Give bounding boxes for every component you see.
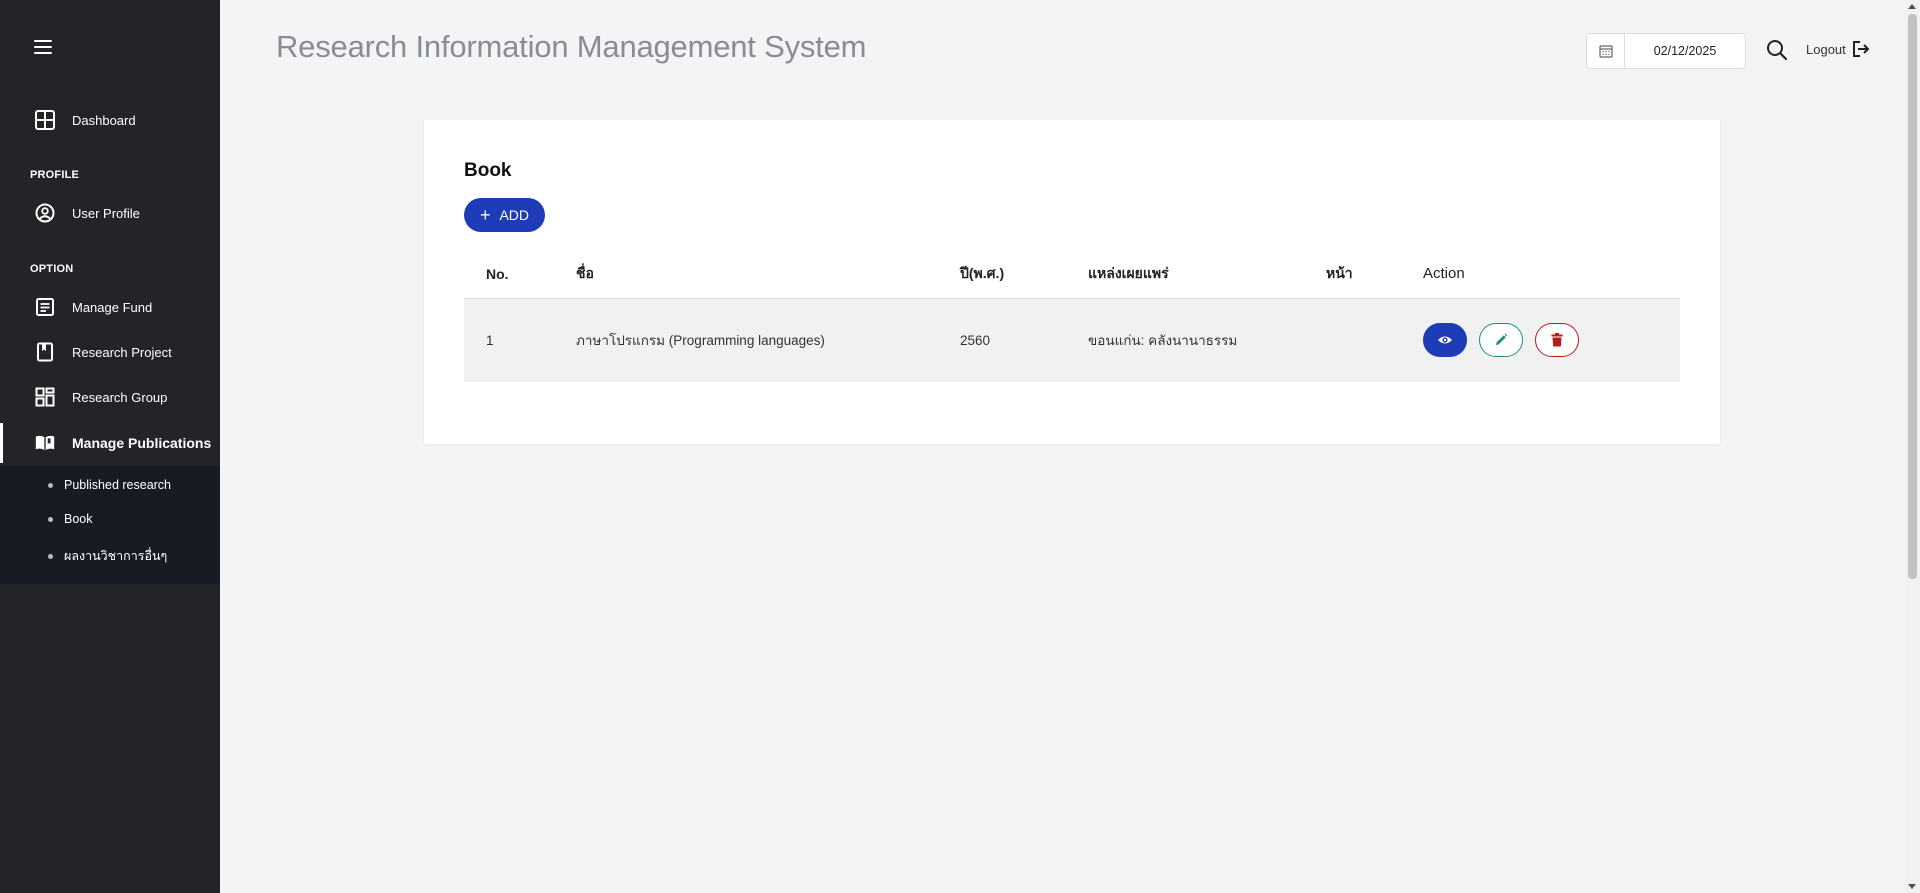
cell-year: 2560: [960, 298, 1088, 382]
sidebar: Dashboard PROFILE User Profile OPTION Ma…: [0, 0, 220, 893]
scroll-up-icon[interactable]: [1908, 4, 1916, 9]
date-picker[interactable]: 02/12/2025: [1586, 33, 1746, 69]
sidebar-item-label: Research Project: [72, 344, 172, 360]
column-header-source: แหล่งเผยแพร่: [1088, 250, 1326, 299]
sidebar-item-label: Research Group: [72, 389, 168, 405]
plus-icon: +: [479, 205, 491, 225]
bullet-icon: [48, 516, 53, 522]
bookmark-book-icon: [34, 341, 56, 363]
add-button-label: ADD: [499, 207, 530, 223]
logout-label: Logout: [1806, 41, 1846, 57]
delete-button[interactable]: [1535, 323, 1579, 358]
submenu-item-published-research[interactable]: Published research: [48, 478, 171, 492]
grid-icon: [34, 386, 56, 408]
column-header-name: ชื่อ: [576, 250, 960, 299]
submenu-item-book[interactable]: Book: [48, 512, 93, 526]
column-header-action: Action: [1423, 250, 1680, 299]
cell-no: 1: [464, 298, 576, 382]
logout-icon: [1852, 41, 1870, 57]
column-header-year: ปี(พ.ศ.): [960, 250, 1088, 299]
table-row: 1 ภาษาโปรแกรม (Programming languages) 25…: [464, 298, 1680, 382]
section-title-profile: PROFILE: [30, 169, 80, 181]
calendar-icon[interactable]: [1587, 34, 1625, 68]
submenu-label: Published research: [64, 478, 172, 492]
submenu-item-other-works[interactable]: ผลงานวิชาการอื่นๆ: [48, 546, 167, 566]
column-header-no: No.: [464, 250, 576, 299]
sidebar-item-label: Manage Fund: [72, 299, 153, 315]
sidebar-item-user-profile[interactable]: User Profile: [0, 193, 220, 233]
logout-button[interactable]: Logout: [1806, 40, 1870, 58]
sidebar-item-manage-publications[interactable]: Manage Publications: [0, 423, 220, 463]
sidebar-item-label: Manage Publications: [72, 435, 212, 451]
view-button[interactable]: [1423, 323, 1467, 358]
book-card: Book + ADD No. ชื่อ ปี(พ.ศ.) แหล่งเผยแพร…: [424, 120, 1720, 444]
sidebar-item-manage-fund[interactable]: Manage Fund: [0, 287, 220, 327]
book-table: No. ชื่อ ปี(พ.ศ.) แหล่งเผยแพร่ หน้า Acti…: [464, 250, 1680, 382]
eye-icon: [1438, 336, 1452, 344]
publications-submenu: Published research Book ผลงานวิชาการอื่น…: [0, 466, 220, 584]
menu-toggle-icon[interactable]: [34, 40, 52, 54]
search-icon[interactable]: [1765, 38, 1789, 62]
bullet-icon: [48, 553, 53, 559]
sidebar-item-research-project[interactable]: Research Project: [0, 332, 220, 372]
scroll-down-icon[interactable]: [1908, 884, 1916, 889]
sidebar-item-dashboard[interactable]: Dashboard: [0, 100, 220, 140]
add-button[interactable]: + ADD: [464, 198, 545, 232]
sidebar-item-label: Dashboard: [72, 112, 136, 128]
cell-pages: [1326, 298, 1423, 382]
table-header-row: No. ชื่อ ปี(พ.ศ.) แหล่งเผยแพร่ หน้า Acti…: [464, 250, 1680, 299]
bullet-icon: [48, 482, 53, 488]
dashboard-icon: [34, 109, 56, 131]
scrollbar-thumb[interactable]: [1908, 14, 1917, 579]
section-title-option: OPTION: [30, 263, 74, 275]
cell-source: ขอนแก่น: คลังนานาธรรม: [1088, 298, 1326, 382]
user-circle-icon: [34, 202, 56, 224]
submenu-label: Book: [64, 512, 93, 526]
cell-actions: [1423, 298, 1680, 382]
submenu-label: ผลงานวิชาการอื่นๆ: [64, 549, 168, 563]
trash-icon: [1551, 333, 1563, 347]
document-icon: [34, 296, 56, 318]
date-value[interactable]: 02/12/2025: [1625, 44, 1745, 58]
column-header-pages: หน้า: [1326, 250, 1423, 299]
sidebar-item-research-group[interactable]: Research Group: [0, 377, 220, 417]
sidebar-item-label: User Profile: [72, 205, 140, 221]
vertical-scrollbar[interactable]: [1905, 0, 1920, 893]
app-title: Research Information Management System: [276, 29, 867, 64]
page-title: Book: [464, 160, 512, 181]
cell-name: ภาษาโปรแกรม (Programming languages): [576, 298, 960, 382]
open-book-icon: [34, 432, 56, 454]
pencil-icon: [1496, 333, 1508, 346]
edit-button[interactable]: [1479, 323, 1523, 358]
